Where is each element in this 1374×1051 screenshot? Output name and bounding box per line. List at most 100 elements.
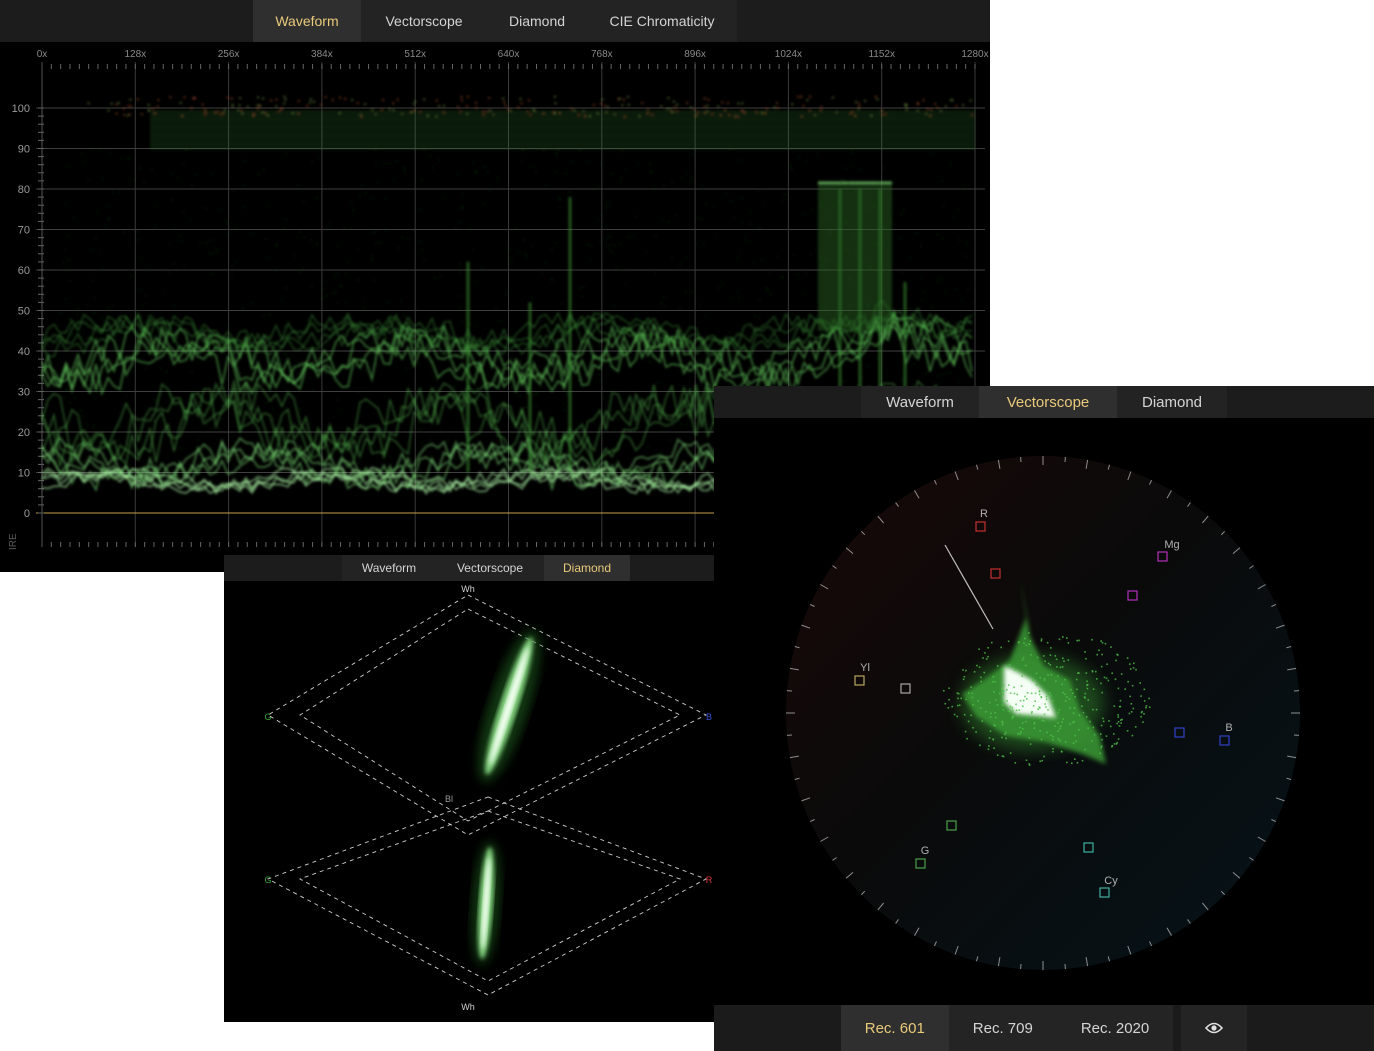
tab-diamond[interactable]: Diamond: [487, 0, 587, 42]
vectorscope-dot: [1115, 659, 1117, 662]
waveform-noise: [531, 245, 534, 247]
vectorscope-dot: [1038, 717, 1041, 719]
waveform-noise: [435, 379, 437, 381]
waveform-speckle: [706, 110, 709, 113]
waveform-noise: [511, 258, 513, 260]
tab-vectorscope[interactable]: Vectorscope: [361, 0, 487, 42]
vectorscope-dot: [1022, 656, 1025, 659]
tab-vectorscope[interactable]: Vectorscope: [436, 555, 544, 581]
vectorscope-dot: [1019, 733, 1021, 735]
waveform-speckle: [577, 114, 580, 116]
waveform-noise: [199, 242, 201, 244]
y-tick-label: 70: [18, 225, 30, 237]
vectorscope-dot: [1011, 717, 1013, 720]
waveform-noise: [77, 458, 79, 460]
tab-waveform[interactable]: Waveform: [342, 555, 436, 581]
vectorscope-dot: [1021, 675, 1023, 678]
rec-2020-button[interactable]: Rec. 2020: [1057, 1005, 1173, 1051]
eye-button[interactable]: [1181, 1005, 1248, 1051]
waveform-noise: [169, 243, 171, 246]
vectorscope-dot: [1062, 657, 1064, 659]
waveform-speckle: [231, 103, 234, 106]
waveform-noise: [669, 470, 671, 472]
vectorscope-dot: [953, 713, 956, 716]
waveform-speckle: [281, 107, 283, 110]
waveform-noise: [523, 378, 525, 380]
waveform-noise: [827, 216, 830, 218]
tab-waveform[interactable]: Waveform: [253, 0, 361, 42]
waveform-speckle: [261, 111, 263, 114]
vectorscope-dot: [1082, 711, 1085, 714]
waveform-noise: [370, 198, 372, 200]
waveform-noise: [231, 265, 234, 267]
waveform-noise: [679, 264, 681, 266]
tab-diamond[interactable]: Diamond: [1117, 386, 1227, 418]
waveform-noise: [558, 197, 560, 199]
waveform-noise: [651, 356, 653, 358]
waveform-noise: [759, 190, 761, 192]
waveform-noise: [692, 358, 694, 360]
tab-vectorscope[interactable]: Vectorscope: [979, 386, 1117, 418]
waveform-noise: [100, 149, 103, 151]
waveform-noise: [136, 238, 138, 241]
waveform-speckle: [806, 99, 809, 101]
waveform-noise: [120, 157, 122, 159]
waveform-noise: [539, 352, 541, 354]
rec-601-button[interactable]: Rec. 601: [840, 1005, 949, 1051]
vectorscope-dot: [1099, 733, 1102, 735]
waveform-noise: [226, 355, 229, 357]
tab-waveform[interactable]: Waveform: [861, 386, 979, 418]
rec-709-button[interactable]: Rec. 709: [949, 1005, 1057, 1051]
vectorscope-dot: [1092, 708, 1094, 711]
waveform-noise: [620, 177, 622, 179]
waveform-noise: [841, 178, 844, 181]
vectorscope-dot: [1111, 672, 1113, 674]
waveform-noise: [820, 204, 822, 206]
waveform-noise: [600, 164, 602, 166]
diamond-tab-bar: Waveform Vectorscope Diamond: [224, 555, 748, 581]
vectorscope-dot: [1054, 655, 1057, 657]
waveform-noise: [374, 148, 376, 151]
waveform-speckle: [766, 107, 768, 110]
waveform-noise: [570, 160, 572, 162]
waveform-noise: [298, 362, 301, 364]
waveform-noise: [312, 456, 315, 458]
vectorscope-dot: [1141, 710, 1143, 713]
waveform-noise: [364, 193, 367, 195]
waveform-noise: [311, 161, 313, 163]
vectorscope-dot: [1000, 687, 1003, 690]
waveform-speckle: [401, 113, 403, 115]
waveform-noise: [679, 308, 681, 310]
vectorscope-dot: [1095, 670, 1097, 673]
vectorscope-dot: [998, 692, 1001, 695]
vectorscope-dot: [1016, 693, 1018, 696]
waveform-noise: [918, 345, 920, 348]
waveform-noise: [384, 162, 386, 164]
waveform-noise: [403, 167, 406, 169]
waveform-speckle: [673, 106, 676, 109]
waveform-noise: [462, 193, 464, 195]
waveform-noise: [866, 305, 868, 308]
tab-diamond[interactable]: Diamond: [544, 555, 630, 581]
waveform-noise: [957, 324, 959, 326]
waveform-speckle: [344, 98, 347, 100]
vectorscope-dot: [1117, 720, 1120, 723]
waveform-speckle: [414, 100, 416, 103]
waveform-noise: [322, 280, 324, 282]
vectorscope-dot: [989, 716, 992, 718]
waveform-speckle: [719, 114, 722, 117]
waveform-speckle: [638, 115, 641, 118]
waveform-noise: [645, 251, 647, 254]
vectorscope-dot: [1130, 711, 1133, 713]
waveform-noise: [326, 363, 329, 365]
waveform-noise: [514, 227, 517, 229]
waveform-speckle: [604, 104, 606, 107]
waveform-noise: [358, 391, 360, 393]
waveform-noise: [80, 410, 82, 412]
waveform-tab-bar: Waveform Vectorscope Diamond CIE Chromat…: [0, 0, 990, 42]
vectorscope-dot: [1129, 663, 1131, 665]
vectorscope-dot: [1102, 720, 1105, 723]
waveform-speckle: [205, 111, 207, 113]
tab-cie-chromaticity[interactable]: CIE Chromaticity: [587, 0, 737, 42]
vectorscope-dot: [1031, 679, 1034, 681]
